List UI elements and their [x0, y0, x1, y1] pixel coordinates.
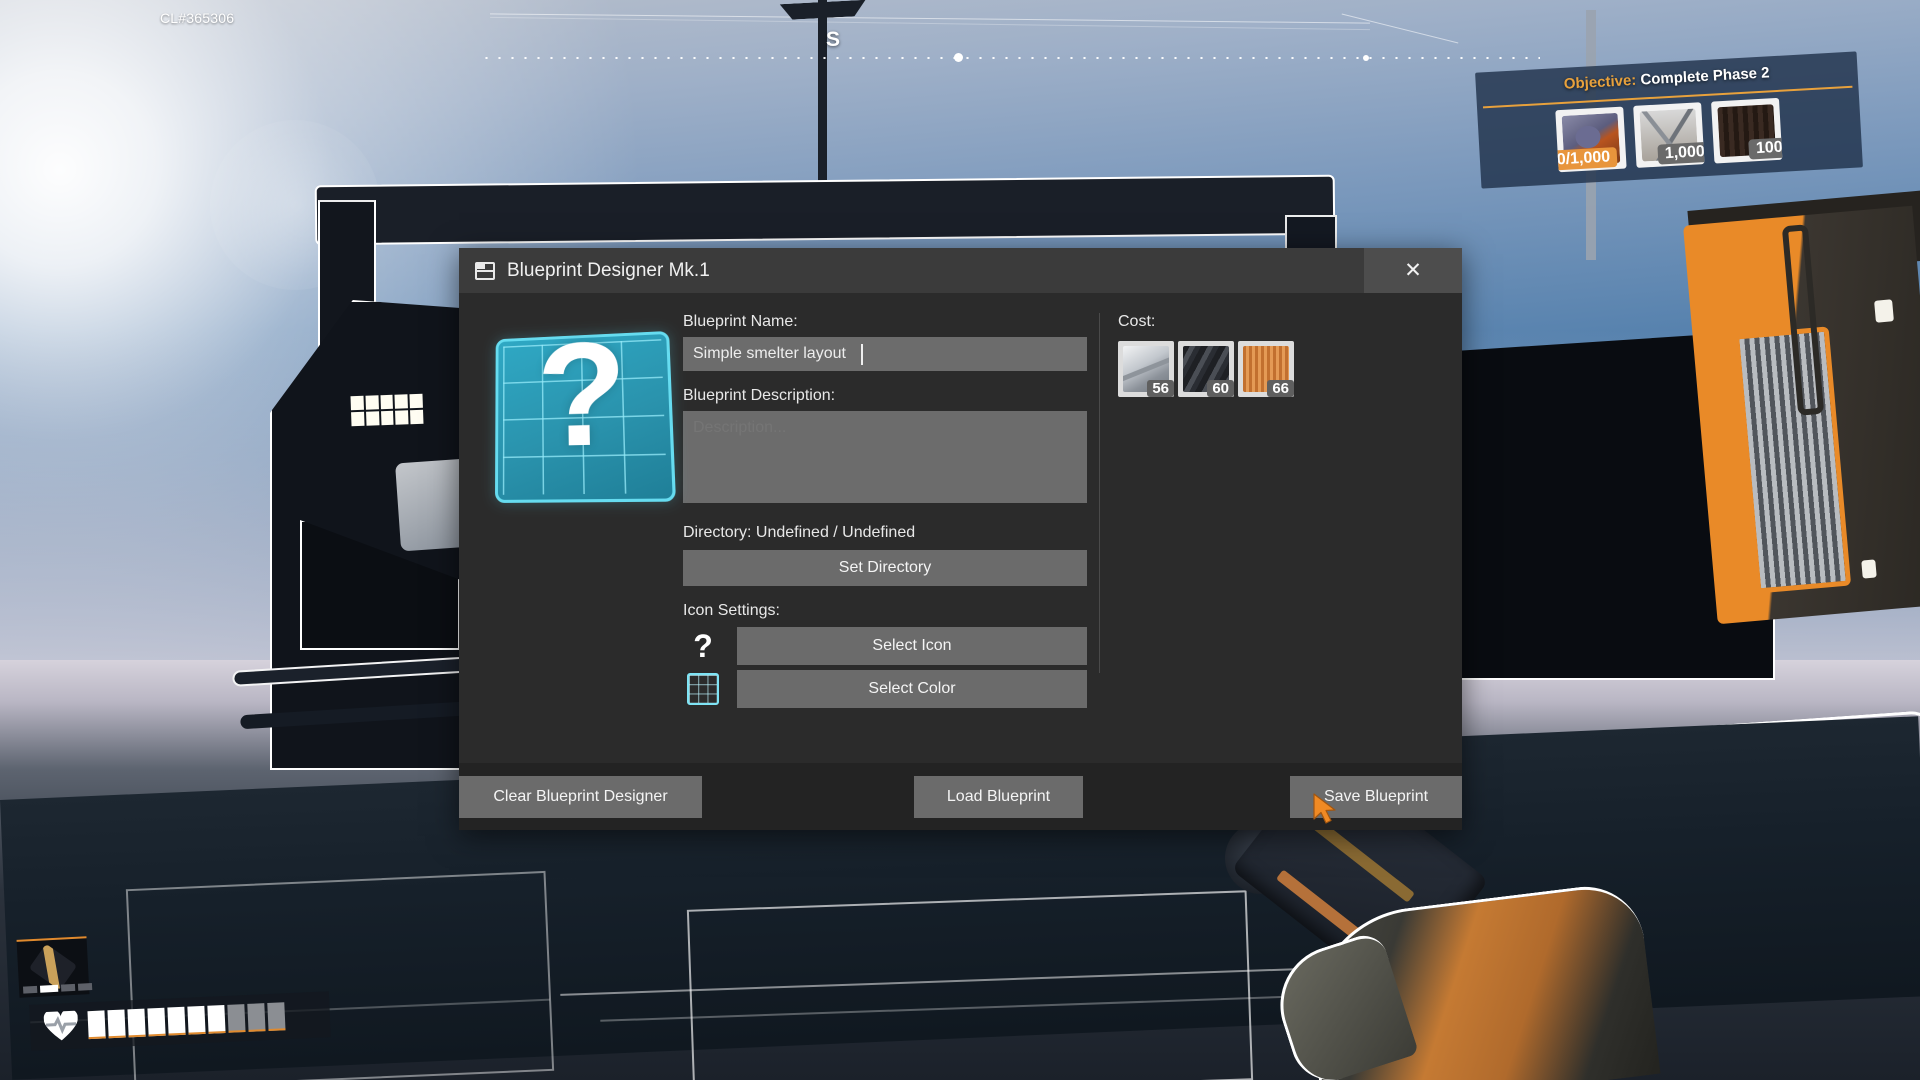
cost-item: 60	[1178, 341, 1234, 397]
game-screen: S CL#365306 Objective: Complete Phase 2 …	[0, 0, 1920, 1080]
cost-label: Cost:	[1118, 313, 1156, 330]
dialog-footer: Clear Blueprint Designer Load Blueprint …	[459, 763, 1462, 830]
compass-direction-south: S	[826, 28, 841, 51]
close-button[interactable]: ✕	[1364, 248, 1462, 293]
blueprint-name-label: Blueprint Name:	[683, 313, 798, 330]
dialog-title: Blueprint Designer Mk.1	[507, 259, 710, 281]
blueprint-description-label: Blueprint Description:	[683, 387, 836, 404]
ammo-slots	[22, 982, 93, 994]
blueprint-fields-column: Blueprint Name: Blueprint Description: D…	[683, 313, 1087, 763]
equipped-item-slot[interactable]	[16, 936, 93, 998]
objective-panel: Objective: Complete Phase 2 500/1,000 1,…	[1475, 51, 1863, 189]
color-swatch-icon	[687, 673, 719, 705]
dialog-title-bar: Blueprint Designer Mk.1 ✕	[459, 248, 1462, 293]
select-color-row: Select Color	[683, 669, 1087, 709]
dialog-body: ? Blueprint Name: Blueprint Description:…	[459, 293, 1462, 763]
foundation-outline	[125, 870, 555, 1080]
text-caret	[861, 344, 863, 365]
gantry-beam	[314, 174, 1336, 246]
objective-item-count: 1,000	[1657, 141, 1705, 165]
foundation-outline	[686, 890, 1254, 1080]
question-mark-icon: ?	[693, 628, 713, 664]
blueprint-name-input[interactable]	[683, 337, 1087, 371]
blueprint-name-wrapper	[683, 337, 1087, 371]
compass-waypoint-dot	[954, 53, 963, 62]
cost-item: 56	[1118, 341, 1174, 397]
window-icon	[475, 261, 495, 280]
question-mark-icon: ?	[536, 310, 630, 479]
compass-strip	[480, 57, 1540, 59]
current-icon-preview: ?	[683, 626, 723, 666]
objective-item-count: 500/1,000	[1555, 146, 1618, 172]
icon-settings-label: Icon Settings:	[683, 602, 780, 619]
objective-prefix: Objective:	[1563, 71, 1637, 93]
truck-lamp	[1874, 299, 1894, 323]
blueprint-description-input[interactable]	[683, 411, 1087, 503]
load-blueprint-button[interactable]: Load Blueprint	[914, 775, 1083, 818]
changelist-label: CL#365306	[160, 10, 235, 26]
select-icon-row: ? Select Icon	[683, 626, 1087, 666]
blueprint-preview-column: ?	[481, 310, 683, 763]
cost-item-list: 56 60 66	[1118, 341, 1440, 397]
select-color-button[interactable]: Select Color	[737, 670, 1087, 708]
cost-item-count: 56	[1147, 380, 1174, 397]
set-directory-button[interactable]: Set Directory	[683, 550, 1087, 586]
clear-blueprint-designer-button[interactable]: Clear Blueprint Designer	[459, 775, 702, 818]
cost-item-count: 66	[1267, 380, 1294, 397]
directory-label: Directory: Undefined / Undefined	[683, 524, 916, 541]
objective-item: 100	[1711, 97, 1783, 164]
objective-name: Complete Phase 2	[1639, 64, 1770, 89]
truck-lamp	[1861, 559, 1877, 579]
health-segments	[87, 1002, 286, 1040]
cost-column: Cost: 56 60 66	[1100, 313, 1440, 763]
select-icon-button[interactable]: Select Icon	[737, 627, 1087, 665]
compass-waypoint-dot	[1363, 55, 1369, 61]
current-color-preview	[683, 669, 723, 709]
ceiling-lights	[350, 393, 424, 427]
blueprint-designer-dialog: Blueprint Designer Mk.1 ✕ ? Blueprint Na…	[459, 248, 1462, 830]
objective-item: 1,000	[1633, 102, 1705, 168]
blueprint-preview-icon: ?	[494, 310, 676, 503]
objective-item-count: 100	[1748, 137, 1783, 160]
heart-pulse-icon	[43, 1008, 78, 1043]
objective-item: 500/1,000	[1555, 106, 1627, 173]
cost-item: 66	[1238, 341, 1294, 397]
cost-item-count: 60	[1207, 380, 1234, 397]
objective-item-list: 500/1,000 1,000 100	[1555, 97, 1783, 173]
